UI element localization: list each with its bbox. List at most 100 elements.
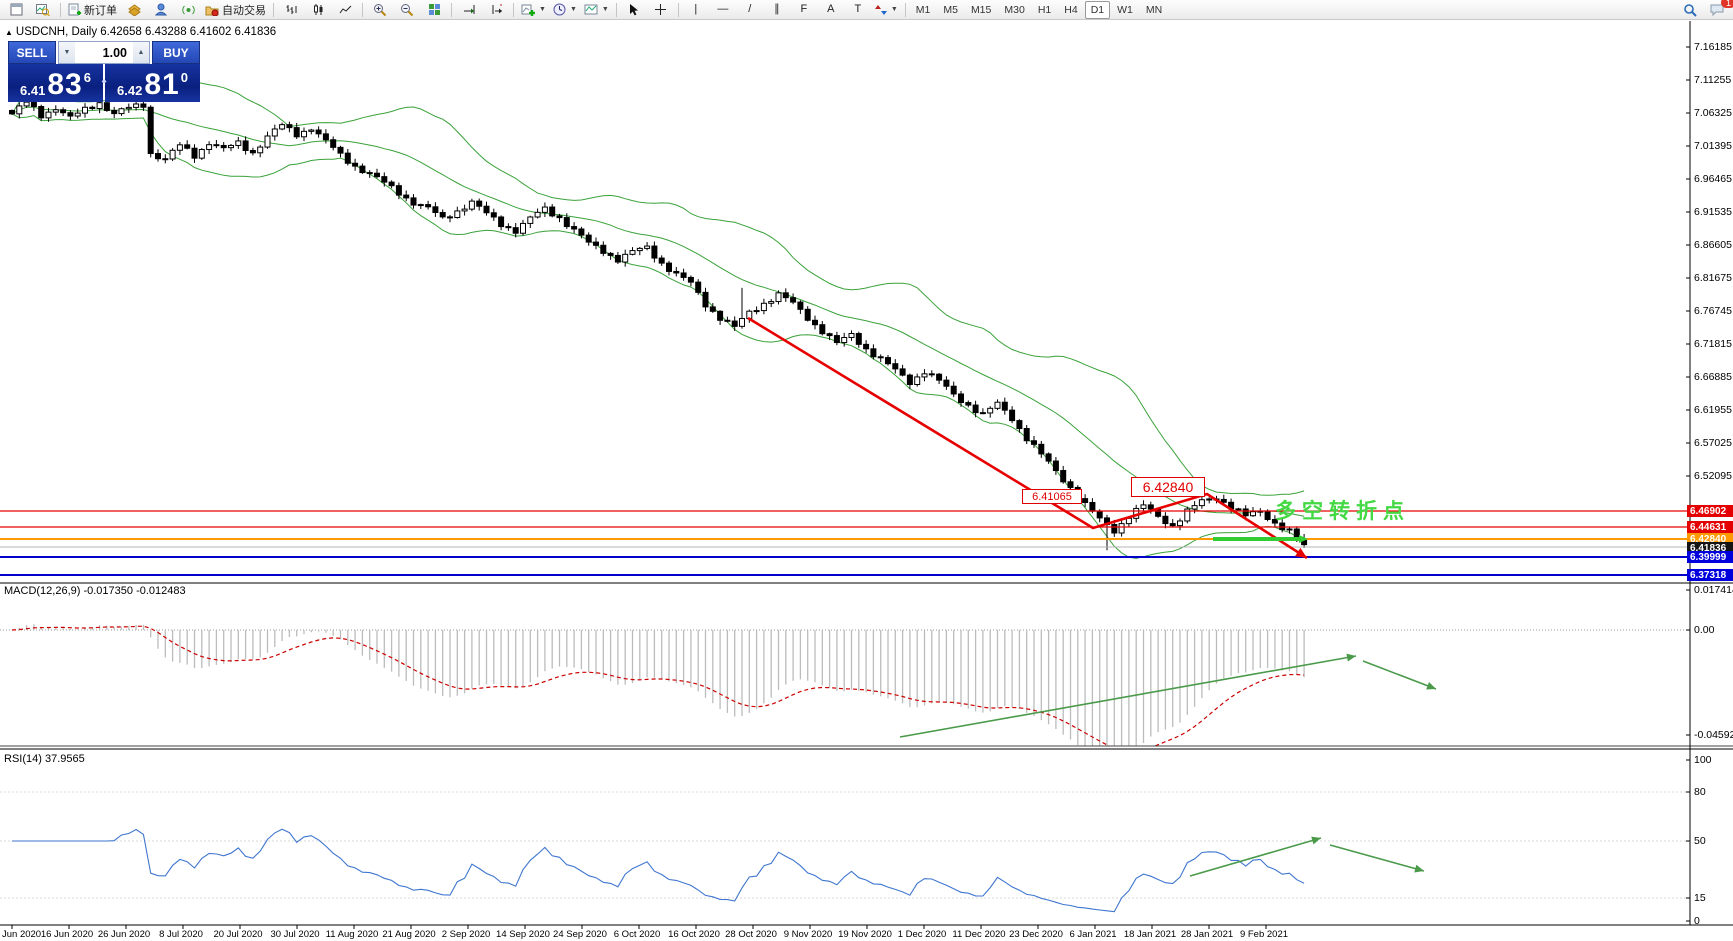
- arrows-icon: [875, 4, 887, 16]
- candlestick-chart-button[interactable]: [305, 1, 331, 18]
- bollinger-lower: [12, 114, 1304, 559]
- fibonacci-icon: F: [800, 4, 807, 15]
- deposit-button[interactable]: [121, 1, 147, 18]
- chevron-down-icon: ▼: [602, 6, 609, 13]
- tab-m15[interactable]: M15: [965, 1, 997, 19]
- bar-chart-icon: [285, 3, 298, 16]
- zoom-out-icon: [400, 3, 414, 17]
- person-icon: [155, 3, 167, 16]
- buy-button[interactable]: BUY: [152, 41, 200, 64]
- chevron-down-icon: ▼: [539, 6, 546, 13]
- gold-stack-icon: [128, 4, 141, 16]
- fibonacci-tool-button[interactable]: F: [791, 1, 817, 18]
- trendline-tool-button[interactable]: /: [737, 1, 763, 18]
- template-icon: [584, 3, 598, 16]
- one-click-trading-panel: SELL ▼ ▲ BUY 6.41 83 6 6.42 81 0 ◆: [8, 41, 200, 102]
- tab-m1[interactable]: M1: [910, 1, 937, 19]
- toolbar-separator: [362, 3, 363, 17]
- tab-d1[interactable]: D1: [1085, 1, 1110, 19]
- sell-price-big: 83: [47, 71, 82, 98]
- bid-ask-display: 6.41 83 6 6.42 81 0 ◆: [8, 64, 200, 102]
- chat-button[interactable]: 1: [1704, 1, 1730, 18]
- bollinger-middle: [12, 107, 1304, 516]
- add-indicator-icon: [521, 3, 535, 16]
- text-label-icon: T: [854, 4, 861, 15]
- shapes-tool-button[interactable]: ▼: [872, 1, 901, 18]
- line-chart-icon: [339, 3, 352, 16]
- buy-price[interactable]: 6.42 81 0: [105, 64, 200, 102]
- vline-icon: |: [694, 4, 697, 15]
- buy-price-sup: 0: [181, 70, 188, 85]
- cursor-icon: [628, 3, 639, 16]
- volume-input[interactable]: [75, 42, 133, 63]
- buy-price-big: 81: [144, 71, 179, 98]
- auto-scroll-button[interactable]: [456, 1, 482, 18]
- clock-icon: [553, 3, 566, 16]
- text-tool-button[interactable]: A: [818, 1, 844, 18]
- signals-button[interactable]: [175, 1, 201, 18]
- chart-shift-icon: [490, 3, 503, 16]
- template-button[interactable]: ▼: [581, 1, 612, 18]
- toolbar-separator: [905, 3, 906, 17]
- toolbar-separator: [451, 3, 452, 17]
- tab-h1[interactable]: H1: [1032, 1, 1057, 19]
- search-button[interactable]: [1677, 1, 1703, 18]
- macd-signal-line: [12, 626, 1304, 753]
- volume-decrease-button[interactable]: ▼: [59, 42, 75, 63]
- sell-button[interactable]: SELL: [8, 41, 56, 64]
- chart-magnifier-icon: [36, 3, 50, 16]
- tile-windows-icon: [428, 3, 441, 16]
- hline-icon: —: [717, 4, 728, 15]
- indicators-button[interactable]: ▼: [518, 1, 549, 18]
- candlestick-icon: [312, 3, 325, 16]
- zoom-out-button[interactable]: [394, 1, 420, 18]
- toolbar: 新订单 自动交易: [0, 0, 1733, 20]
- signal-icon: [182, 3, 195, 16]
- mt4-window: 新订单 自动交易: [0, 0, 1733, 941]
- diamond-icon: ◆: [102, 78, 107, 85]
- chart-window-button[interactable]: [3, 1, 29, 18]
- zoom-in-button[interactable]: [367, 1, 393, 18]
- new-order-label: 新订单: [84, 2, 117, 18]
- zoom-in-icon: [373, 3, 387, 17]
- sell-price[interactable]: 6.41 83 6: [8, 64, 103, 102]
- vline-tool-button[interactable]: |: [683, 1, 709, 18]
- new-order-icon: [68, 3, 81, 16]
- tab-h4[interactable]: H4: [1058, 1, 1083, 19]
- toolbar-separator: [273, 3, 274, 17]
- tab-m30[interactable]: M30: [998, 1, 1030, 19]
- channel-tool-button[interactable]: ∥: [764, 1, 790, 18]
- timeframe-menu-button[interactable]: ▼: [550, 1, 580, 18]
- auto-scroll-icon: [463, 3, 476, 16]
- tab-mn[interactable]: MN: [1140, 1, 1168, 19]
- chart-canvas[interactable]: [0, 0, 1733, 941]
- crosshair-tool-button[interactable]: [648, 1, 674, 18]
- line-chart-button[interactable]: [332, 1, 358, 18]
- label-tool-button[interactable]: T: [845, 1, 871, 18]
- chevron-down-icon: ▼: [570, 6, 577, 13]
- chart-shift-button[interactable]: [483, 1, 509, 18]
- rsi-line: [12, 829, 1304, 912]
- trendline-icon: /: [748, 4, 751, 15]
- tile-windows-button[interactable]: [421, 1, 447, 18]
- tab-w1[interactable]: W1: [1111, 1, 1139, 19]
- cursor-tool-button[interactable]: [621, 1, 647, 18]
- chevron-down-icon: ▼: [891, 6, 898, 13]
- sell-price-prefix: 6.41: [20, 83, 45, 98]
- tab-m5[interactable]: M5: [937, 1, 964, 19]
- autotrade-button[interactable]: 自动交易: [202, 1, 269, 18]
- volume-increase-button[interactable]: ▲: [133, 42, 149, 63]
- chat-unread-badge: 1: [1721, 0, 1733, 8]
- community-button[interactable]: [148, 1, 174, 18]
- chart-preview-button[interactable]: [30, 1, 56, 18]
- arrowhead: [1346, 654, 1356, 662]
- rsi-pane: [0, 792, 1690, 912]
- bar-chart-button[interactable]: [278, 1, 304, 18]
- channel-icon: ∥: [774, 4, 780, 15]
- hline-tool-button[interactable]: —: [710, 1, 736, 18]
- volume-spinner: ▼ ▲: [58, 41, 150, 64]
- new-order-button[interactable]: 新订单: [65, 1, 120, 18]
- toolbar-separator: [60, 3, 61, 17]
- window-icon: [10, 3, 23, 16]
- text-icon: A: [827, 4, 834, 15]
